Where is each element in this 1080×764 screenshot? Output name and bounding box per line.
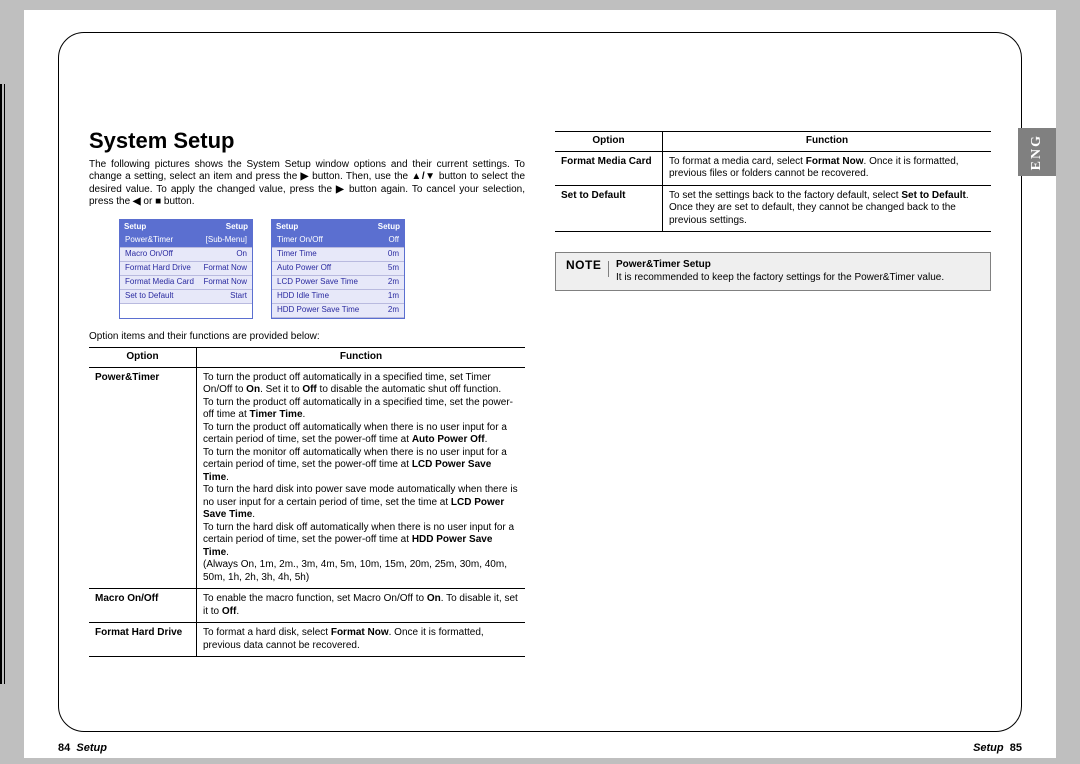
table-row: Set to DefaultTo set the settings back t… — [555, 185, 991, 232]
menu-row: Format Hard DriveFormat Now — [120, 262, 252, 276]
screenshot-right: SetupSetupTimer On/OffOffTimer Time0mAut… — [271, 219, 405, 319]
table-row: Format Hard DriveTo format a hard disk, … — [89, 623, 525, 657]
language-tab: ENG — [1018, 128, 1056, 176]
table-row: Format Media CardTo format a media card,… — [555, 151, 991, 185]
screenshot-pair: SetupSetupPower&Timer[Sub-Menu]Macro On/… — [119, 219, 525, 319]
right-column: Option Function Format Media CardTo form… — [555, 127, 991, 701]
note-content: Power&Timer Setup It is recommended to k… — [616, 259, 980, 284]
th-function: Function — [663, 132, 992, 152]
page-footer: 84 Setup Setup 85 — [58, 742, 1022, 754]
menu-row: HDD Power Save Time2m — [272, 304, 404, 318]
menu-row: LCD Power Save Time2m — [272, 276, 404, 290]
page-title: System Setup — [89, 127, 525, 155]
th-option: Option — [555, 132, 663, 152]
table-row: Macro On/OffTo enable the macro function… — [89, 589, 525, 623]
options-table-left: Option Function Power&TimerTo turn the p… — [89, 347, 525, 657]
note-label: NOTE — [566, 258, 601, 273]
table-intro: Option items and their functions are pro… — [89, 331, 525, 344]
menu-row: Timer Time0m — [272, 248, 404, 262]
options-table-right: Option Function Format Media CardTo form… — [555, 131, 991, 232]
screenshot-left: SetupSetupPower&Timer[Sub-Menu]Macro On/… — [119, 219, 253, 319]
note-title: Power&Timer Setup — [616, 259, 711, 270]
intro-paragraph: The following pictures shows the System … — [89, 159, 525, 209]
menu-row: Power&Timer[Sub-Menu] — [120, 234, 252, 248]
menu-row: Set to DefaultStart — [120, 290, 252, 304]
footer-left: 84 Setup — [58, 742, 107, 754]
menu-row: Format Media CardFormat Now — [120, 276, 252, 290]
footer-right: Setup 85 — [973, 742, 1022, 754]
note-body: It is recommended to keep the factory se… — [616, 272, 944, 283]
content-frame: System Setup The following pictures show… — [58, 32, 1022, 732]
th-option: Option — [89, 348, 197, 368]
menu-row: Timer On/OffOff — [272, 234, 404, 248]
left-column: System Setup The following pictures show… — [89, 127, 525, 701]
page-background: System Setup The following pictures show… — [24, 10, 1056, 758]
table-row: Power&TimerTo turn the product off autom… — [89, 367, 525, 589]
note-box: NOTE Power&Timer Setup It is recommended… — [555, 252, 991, 291]
menu-row: HDD Idle Time1m — [272, 290, 404, 304]
th-function: Function — [197, 348, 526, 368]
menu-row: Macro On/OffOn — [120, 248, 252, 262]
menu-row: Auto Power Off5m — [272, 262, 404, 276]
